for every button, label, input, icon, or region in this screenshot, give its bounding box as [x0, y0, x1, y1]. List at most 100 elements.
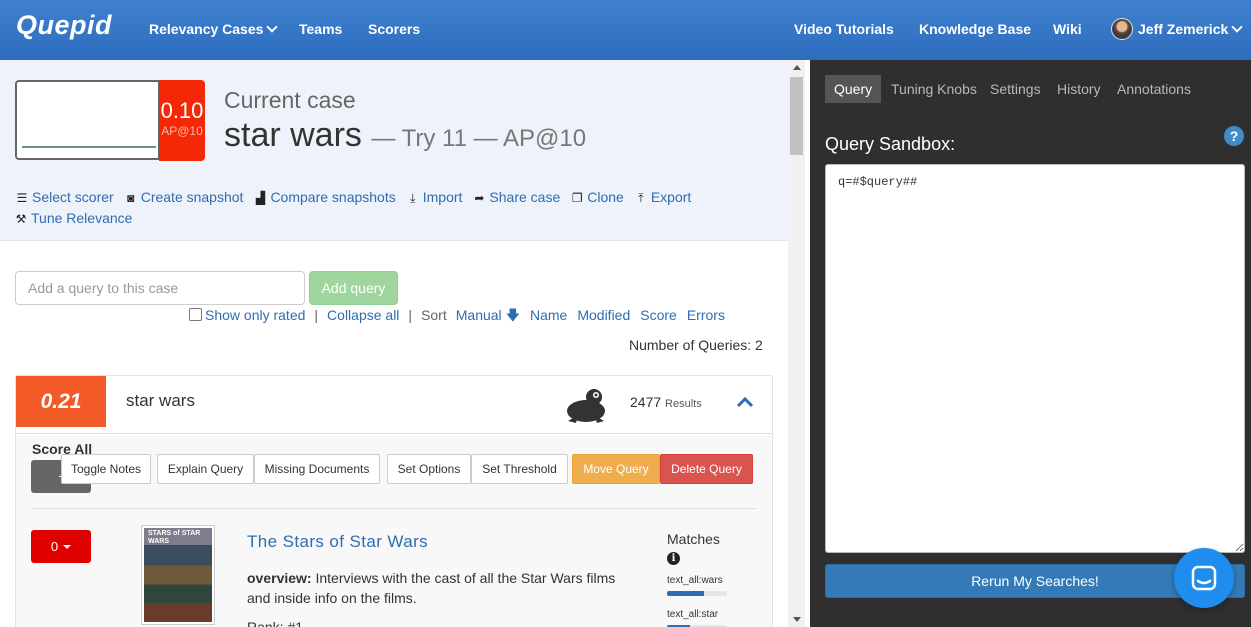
chevron-up-icon[interactable]: [736, 395, 754, 409]
score-history-chart: [15, 80, 160, 160]
copy-icon: ❐: [571, 191, 583, 205]
separator: |: [314, 307, 319, 323]
wrench-icon: ⚒: [15, 212, 27, 226]
sort-score-link[interactable]: Score: [640, 307, 677, 323]
score-history-line: [22, 146, 156, 148]
tab-query[interactable]: Query: [825, 75, 882, 103]
export-link[interactable]: ⤒ Export: [634, 187, 691, 208]
camera-icon: ◙: [127, 191, 135, 205]
frog-icon: [567, 389, 605, 423]
avatar[interactable]: [1111, 18, 1133, 40]
sort-manual-link[interactable]: Manual 🡇: [456, 307, 520, 323]
chat-icon: [1191, 565, 1217, 591]
rating-dropdown[interactable]: 0: [31, 530, 91, 563]
compare-snapshots-link[interactable]: ▟ Compare snapshots: [253, 187, 396, 208]
results-count-value: 2477: [630, 394, 662, 410]
document-title-link[interactable]: The Stars of Star Wars: [247, 532, 428, 552]
query-header[interactable]: 0.21 star wars 2477 Results: [16, 376, 772, 434]
scroll-up-icon[interactable]: [793, 65, 801, 70]
nav-relevancy-cases[interactable]: Relevancy Cases: [149, 21, 279, 37]
import-link[interactable]: ⤓ Import: [406, 187, 463, 208]
nav-wiki[interactable]: Wiki: [1053, 21, 1082, 37]
query-sandbox-textarea[interactable]: q=#$query##: [825, 164, 1245, 553]
nav-scorers[interactable]: Scorers: [368, 21, 420, 37]
show-only-rated-checkbox[interactable]: [189, 308, 202, 321]
tune-relevance-link[interactable]: ⚒ Tune Relevance: [14, 208, 133, 229]
sort-manual-label: Manual: [455, 307, 502, 323]
select-scorer-link[interactable]: ☰ Select scorer: [15, 187, 114, 208]
explain-query-button[interactable]: Explain Query: [157, 454, 254, 484]
add-query-button[interactable]: Add query: [309, 271, 398, 305]
clone-link[interactable]: ❐ Clone: [570, 187, 624, 208]
nav-user-menu[interactable]: Jeff Zemerick: [1138, 21, 1243, 37]
case-score-scorer: AP@10: [161, 124, 203, 138]
results-count-label: Results: [665, 398, 702, 410]
share-arrow-icon: ➦: [474, 191, 485, 205]
move-query-button[interactable]: Move Query: [572, 454, 660, 484]
case-header: 0.10 AP@10 Current case star wars — Try …: [0, 60, 788, 241]
query-body: Score All - Toggle Notes Explain Query M…: [16, 435, 772, 627]
case-actions: ☰ Select scorer ◙ Create snapshot ▟ Compare s…: [15, 187, 775, 229]
missing-documents-button[interactable]: Missing Documents: [254, 454, 380, 484]
tab-tuning-knobs[interactable]: Tuning Knobs: [882, 75, 986, 103]
upload-icon: ⤒: [638, 191, 644, 205]
query-text[interactable]: star wars: [126, 391, 195, 411]
import-label: Import: [422, 189, 463, 205]
download-icon: ⤓: [410, 191, 416, 205]
sort-errors-link[interactable]: Errors: [687, 307, 725, 323]
case-score-badge: 0.10 AP@10: [159, 80, 205, 161]
info-circle-icon[interactable]: i: [667, 552, 680, 565]
chat-launcher-button[interactable]: [1174, 548, 1234, 608]
nav-teams[interactable]: Teams: [299, 21, 342, 37]
scrollbar[interactable]: [788, 60, 805, 627]
document-thumbnail: STARS of STAR WARS: [141, 525, 215, 625]
collapse-all-link[interactable]: Collapse all: [327, 307, 399, 323]
arrow-down-icon: 🡇: [505, 307, 520, 323]
overview-label: overview:: [247, 570, 312, 586]
tab-history[interactable]: History: [1048, 75, 1110, 103]
scroll-down-icon[interactable]: [793, 617, 801, 622]
question-circle-icon[interactable]: ?: [1224, 126, 1244, 146]
sort-name-link[interactable]: Name: [530, 307, 567, 323]
caret-down-icon: [63, 545, 72, 549]
sort-modified-link[interactable]: Modified: [577, 307, 630, 323]
document-thumbnail-text: STARS of STAR WARS: [148, 530, 201, 545]
tab-settings[interactable]: Settings: [981, 75, 1050, 103]
add-query-input[interactable]: [15, 271, 305, 305]
navbar: Quepid Relevancy Cases Teams Scorers Vid…: [0, 0, 1251, 60]
separator: |: [408, 307, 413, 323]
create-snapshot-label: Create snapshot: [140, 189, 244, 205]
matches-label: Matches: [667, 531, 720, 547]
tune-relevance-label: Tune Relevance: [31, 210, 133, 226]
sort-label: Sort: [421, 307, 447, 323]
match-score-bar: [667, 591, 727, 596]
brand-logo[interactable]: Quepid: [16, 10, 112, 41]
query-card: 0.21 star wars 2477 Results Score All - …: [15, 375, 773, 627]
case-score-value: 0.10: [160, 98, 204, 123]
delete-query-button[interactable]: Delete Query: [660, 454, 753, 484]
query-sandbox-label: Query Sandbox:: [825, 134, 956, 154]
show-only-rated-label[interactable]: Show only rated: [205, 307, 305, 323]
nav-knowledge-base[interactable]: Knowledge Base: [919, 21, 1031, 37]
scrollbar-thumb[interactable]: [790, 77, 803, 155]
document-rank: Rank: #1: [247, 619, 304, 627]
match-field-label: text_all:wars: [667, 575, 723, 586]
share-case-link[interactable]: ➦ Share case: [472, 187, 560, 208]
toggle-notes-button[interactable]: Toggle Notes: [61, 454, 151, 484]
chevron-down-icon: [266, 21, 279, 33]
match-field-label: text_all:star: [667, 609, 719, 620]
create-snapshot-link[interactable]: ◙ Create snapshot: [124, 187, 244, 208]
case-name[interactable]: star wars: [224, 116, 362, 154]
nav-video-tutorials[interactable]: Video Tutorials: [794, 21, 894, 37]
set-threshold-button[interactable]: Set Threshold: [471, 454, 568, 484]
set-options-button[interactable]: Set Options: [387, 454, 471, 484]
case-title: star wars — Try 11 — AP@10: [224, 116, 586, 155]
query-score-badge: 0.21: [16, 376, 106, 427]
nav-relevancy-cases-label: Relevancy Cases: [149, 21, 264, 37]
tab-annotations[interactable]: Annotations: [1108, 75, 1200, 103]
results-count: 2477 Results: [630, 394, 702, 410]
user-name: Jeff Zemerick: [1138, 21, 1229, 37]
number-of-queries: Number of Queries: 2: [629, 337, 763, 353]
query-list-controls: Show only rated | Collapse all | Sort Manual …: [189, 305, 725, 325]
case-pane: 0.10 AP@10 Current case star wars — Try …: [0, 60, 788, 627]
